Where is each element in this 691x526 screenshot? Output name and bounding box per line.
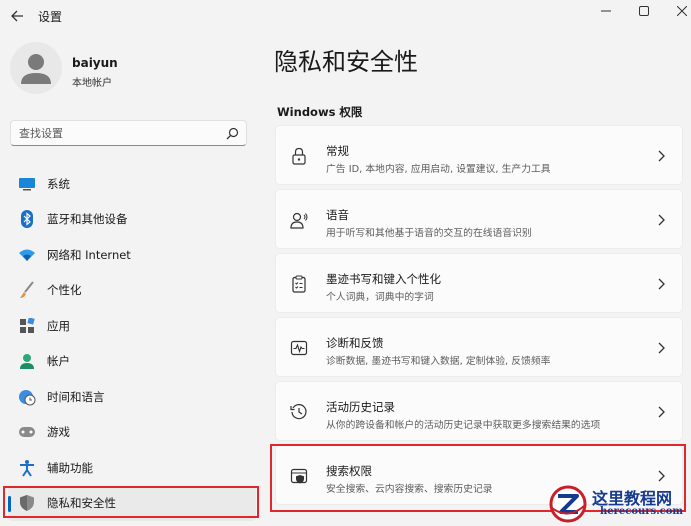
card-subtitle: 用于听写和其他基于语音的交互的在线语音识别 [326,228,532,239]
sidebar-item-label: 系统 [47,176,70,191]
sidebar-item-accessibility[interactable]: 辅助功能 [8,450,256,486]
back-button[interactable] [6,5,28,27]
history-icon [290,404,307,420]
settings-card-speech[interactable]: 语音 用于听写和其他基于语音的交互的在线语音识别 [275,189,683,249]
apps-icon [18,317,36,335]
title-bar: 设置 [0,0,691,32]
sidebar-item-personalization[interactable]: 个性化 [8,273,256,309]
settings-card-inking-typing[interactable]: 墨迹书写和键入个性化 个人词典，词典中的字词 [275,253,683,313]
settings-card-diagnostics[interactable]: 诊断和反馈 诊断数据, 墨迹书写和键入数据, 定制体验, 反馈频率 [275,317,683,377]
watermark-url: herecours.com [600,506,684,517]
globe-clock-icon [18,388,36,406]
user-profile[interactable]: baiyun 本地帐户 [10,42,250,98]
sidebar-item-label: 蓝牙和其他设备 [47,212,128,227]
card-subtitle: 从你的跨设备和帐户的活动历史记录中获取更多搜索结果的选项 [326,420,601,431]
account-type: 本地帐户 [72,78,112,89]
person-icon [18,352,36,370]
card-subtitle: 个人词典，词典中的字词 [326,292,434,303]
lock-icon [292,147,306,165]
sidebar-item-label: 游戏 [47,425,70,440]
card-title: 活动历史记录 [326,400,395,414]
sidebar-nav: 系统 蓝牙和其他设备 网络和 Internet 个性化 应用 帐户 时间和语言 … [8,166,256,521]
back-arrow-icon [10,10,23,22]
card-title: 语音 [326,208,349,222]
watermark: 这里教程网 herecours.com [548,482,691,526]
card-title: 诊断和反馈 [326,336,384,350]
card-title: 常规 [326,144,349,158]
close-icon [677,6,687,16]
app-title: 设置 [38,10,63,24]
highlight-box-sidebar [3,486,259,518]
sidebar-item-gaming[interactable]: 游戏 [8,415,256,451]
sidebar-item-label: 网络和 Internet [47,247,131,262]
settings-card-general[interactable]: 常规 广告 ID, 本地内容, 应用启动, 设置建议, 生产力工具 [275,125,683,185]
user-avatar-icon [21,54,51,84]
close-button[interactable] [662,0,691,22]
page-title: 隐私和安全性 [274,48,418,76]
chevron-right-icon [658,406,665,418]
search-box[interactable] [10,120,247,146]
sidebar-item-bluetooth[interactable]: 蓝牙和其他设备 [8,202,256,238]
accessibility-icon [18,459,36,477]
settings-card-activity-history[interactable]: 活动历史记录 从你的跨设备和帐户的活动历史记录中获取更多搜索结果的选项 [275,381,683,441]
sidebar-item-label: 个性化 [47,283,82,298]
search-icon [226,127,239,140]
maximize-button[interactable] [624,0,664,22]
chevron-right-icon [658,278,665,290]
maximize-icon [639,6,649,16]
sidebar-item-system[interactable]: 系统 [8,166,256,202]
sidebar-item-time-language[interactable]: 时间和语言 [8,379,256,415]
monitor-icon [18,175,36,193]
search-input[interactable] [19,121,219,145]
gamepad-icon [18,423,36,441]
wifi-icon [18,246,36,264]
minimize-icon [601,10,611,12]
sidebar-item-network[interactable]: 网络和 Internet [8,237,256,273]
bluetooth-icon [18,210,36,229]
speech-icon [290,212,308,229]
minimize-button[interactable] [586,0,626,22]
chevron-right-icon [658,342,665,354]
clipboard-list-icon [292,275,306,293]
card-subtitle: 广告 ID, 本地内容, 应用启动, 设置建议, 生产力工具 [326,164,551,175]
chevron-right-icon [658,150,665,162]
chevron-right-icon [658,214,665,226]
sidebar-item-label: 帐户 [47,354,70,369]
sidebar-item-label: 辅助功能 [47,460,93,475]
watermark-logo-icon [549,485,587,523]
card-subtitle: 诊断数据, 墨迹书写和键入数据, 定制体验, 反馈频率 [326,356,551,367]
user-name: baiyun [72,56,118,70]
sidebar-item-apps[interactable]: 应用 [8,308,256,344]
card-title: 墨迹书写和键入个性化 [326,272,441,286]
brush-icon [18,281,36,299]
pulse-icon [290,340,308,356]
avatar [10,42,62,94]
section-heading: Windows 权限 [277,105,363,119]
sidebar-item-accounts[interactable]: 帐户 [8,344,256,380]
sidebar-item-label: 应用 [47,318,70,333]
sidebar-item-label: 时间和语言 [47,389,105,404]
